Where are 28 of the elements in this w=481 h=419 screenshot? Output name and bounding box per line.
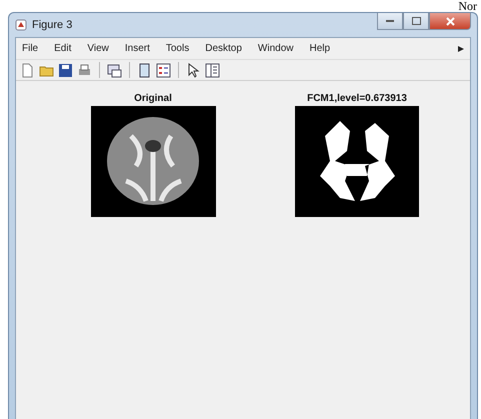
menu-overflow-icon[interactable] (458, 46, 464, 52)
figure-app-icon (15, 19, 27, 31)
menu-item[interactable]: View (87, 42, 117, 55)
minimize-icon (386, 20, 394, 22)
menu-item[interactable]: Help (310, 42, 338, 55)
document-text: Nor (458, 0, 477, 13)
property-panel-icon[interactable] (205, 62, 220, 78)
menu-item[interactable]: Window (258, 42, 302, 55)
colorbar-icon[interactable] (137, 62, 152, 78)
close-icon (446, 16, 454, 26)
menu-item[interactable]: Desktop (205, 42, 250, 55)
axes-title: FCM1,level=0.673913 (307, 93, 407, 104)
axes-title: Original (134, 93, 172, 104)
cursor-arrow-icon[interactable] (186, 62, 201, 78)
minimize-button[interactable] (377, 13, 403, 30)
menu-item[interactable]: Tools (166, 42, 198, 55)
new-file-icon[interactable] (20, 62, 35, 78)
close-button[interactable] (429, 13, 471, 30)
window-link-icon[interactable] (107, 62, 122, 78)
window-title: Figure 3 (32, 19, 72, 31)
maximize-icon (412, 17, 420, 25)
save-icon[interactable] (58, 62, 73, 78)
maximize-button[interactable] (403, 13, 429, 30)
menu-item[interactable]: Insert (124, 42, 158, 55)
print-icon[interactable] (77, 62, 92, 78)
menu-item[interactable]: Edit (54, 42, 80, 55)
menu-item[interactable]: File (22, 42, 46, 55)
legend-icon[interactable] (156, 62, 171, 78)
